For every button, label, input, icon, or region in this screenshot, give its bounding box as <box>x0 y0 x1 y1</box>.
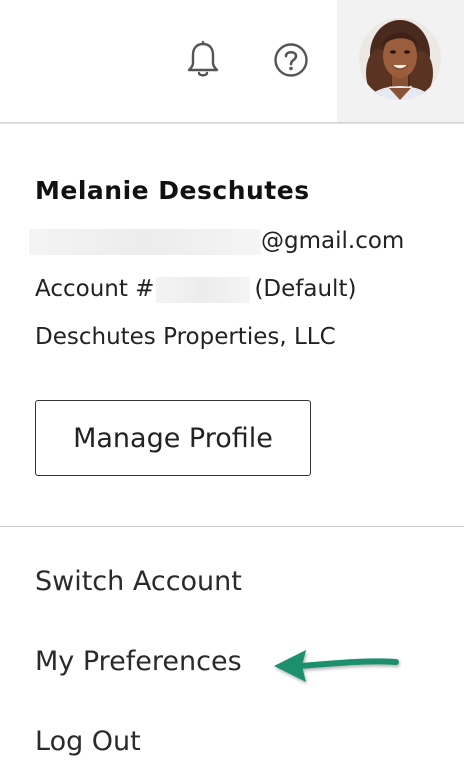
profile-menu-toggle[interactable] <box>337 0 464 122</box>
user-avatar <box>359 18 441 100</box>
account-dropdown-page: Melanie Deschutes @gmail.com Account # (D… <box>0 0 464 784</box>
menu-item-my-preferences[interactable]: My Preferences <box>35 646 242 677</box>
account-dropdown: Melanie Deschutes @gmail.com Account # (D… <box>0 124 464 784</box>
account-number: Account # (Default) <box>35 276 356 303</box>
notifications-button[interactable] <box>184 40 222 80</box>
manage-profile-button[interactable]: Manage Profile <box>35 400 311 476</box>
help-button[interactable] <box>272 40 310 80</box>
company-name: Deschutes Properties, LLC <box>35 324 336 350</box>
highlight-arrow-icon <box>274 650 399 682</box>
account-prefix: Account # <box>35 276 155 302</box>
redacted-account-number <box>156 276 251 303</box>
redacted-email-user <box>29 228 261 255</box>
menu-item-switch-account[interactable]: Switch Account <box>35 566 242 597</box>
account-default-label: (Default) <box>254 276 357 302</box>
menu-item-log-out[interactable]: Log Out <box>35 726 141 757</box>
question-circle-icon <box>274 43 308 77</box>
email-domain: @gmail.com <box>261 228 405 254</box>
bell-icon <box>187 41 219 77</box>
user-name: Melanie Deschutes <box>35 176 310 205</box>
top-header-bar <box>0 0 464 122</box>
menu-divider <box>0 526 464 527</box>
user-email: @gmail.com <box>29 228 405 255</box>
